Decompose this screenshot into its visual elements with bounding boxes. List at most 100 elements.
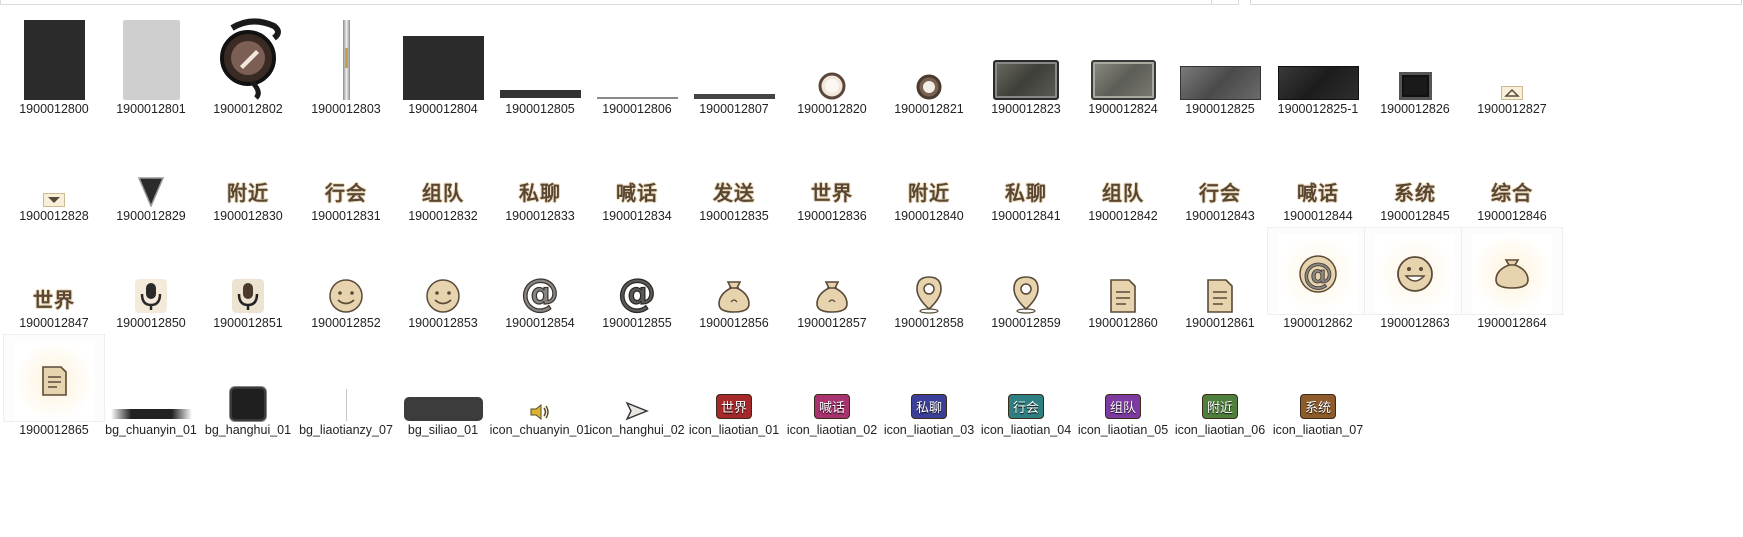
file-item[interactable]: 1900012865: [4, 335, 104, 440]
file-name: 1900012830: [213, 209, 283, 223]
file-item[interactable]: 1900012805: [490, 14, 590, 119]
shout-text-image: 喊话: [1268, 121, 1368, 207]
file-item[interactable]: icon_chuanyin_01: [490, 335, 590, 440]
file-item[interactable]: 1900012826: [1365, 14, 1465, 119]
address-bar-edge[interactable]: [0, 0, 1212, 5]
file-name: 1900012825: [1185, 102, 1255, 116]
document-icon: [1073, 228, 1173, 314]
shout-text-image: 喊话: [587, 121, 687, 207]
file-item[interactable]: 组队 icon_liaotian_05: [1073, 335, 1173, 440]
file-item[interactable]: 行会 1900012843: [1170, 121, 1270, 226]
file-item[interactable]: @1900012862: [1268, 228, 1368, 333]
file-item[interactable]: 1900012829: [101, 121, 201, 226]
file-item[interactable]: 1900012821: [879, 14, 979, 119]
file-name: 1900012800: [19, 102, 89, 116]
file-item[interactable]: bg_liaotianzy_07: [296, 335, 396, 440]
file-item[interactable]: 1900012864: [1462, 228, 1562, 333]
label-text: 组队: [1102, 181, 1144, 205]
file-name: 1900012824: [1088, 102, 1158, 116]
file-item[interactable]: 1900012851: [198, 228, 298, 333]
file-item[interactable]: 附近 1900012840: [879, 121, 979, 226]
file-item[interactable]: 1900012823: [976, 14, 1076, 119]
label-text: 私聊: [1005, 181, 1047, 205]
file-item[interactable]: 组队 1900012842: [1073, 121, 1173, 226]
guild-text-image: 行会: [296, 121, 396, 207]
file-item[interactable]: 1900012852: [296, 228, 396, 333]
file-item[interactable]: 附近 icon_liaotian_06: [1170, 335, 1270, 440]
file-item[interactable]: 1900012820: [782, 14, 882, 119]
search-box-edge[interactable]: [1250, 0, 1742, 5]
file-item[interactable]: 1900012824: [1073, 14, 1173, 119]
thin-line-image: [587, 14, 687, 100]
file-item[interactable]: 综合 1900012846: [1462, 121, 1562, 226]
file-item[interactable]: 1900012853: [393, 228, 493, 333]
round-button-icon: [879, 14, 979, 100]
at-sign-icon: @: [1268, 228, 1368, 314]
file-item[interactable]: bg_chuanyin_01: [101, 335, 201, 440]
file-item[interactable]: 1900012863: [1365, 228, 1465, 333]
file-item[interactable]: 1900012804: [393, 14, 493, 119]
file-item[interactable]: 1900012850: [101, 228, 201, 333]
file-item[interactable]: 行会 icon_liaotian_04: [976, 335, 1076, 440]
file-item[interactable]: @1900012855: [587, 228, 687, 333]
at-sign-icon: @: [587, 228, 687, 314]
file-item[interactable]: 1900012827: [1462, 14, 1562, 119]
file-item[interactable]: 1900012828: [4, 121, 104, 226]
file-item[interactable]: 喊话 1900012844: [1268, 121, 1368, 226]
file-item[interactable]: 1900012803: [296, 14, 396, 119]
file-item[interactable]: 私聊 icon_liaotian_03: [879, 335, 979, 440]
guild-text-image: 行会: [1170, 121, 1270, 207]
file-name: 1900012852: [311, 316, 381, 330]
location-pin-icon: [879, 228, 979, 314]
file-name: 1900012845: [1380, 209, 1450, 223]
nearby-badge-icon: 附近: [1170, 335, 1270, 421]
file-item[interactable]: 1900012825-1: [1268, 14, 1368, 119]
file-item[interactable]: 1900012825: [1170, 14, 1270, 119]
file-item[interactable]: 附近 1900012830: [198, 121, 298, 226]
file-item[interactable]: 1900012861: [1170, 228, 1270, 333]
badge-text: 系统: [1299, 394, 1336, 419]
file-item[interactable]: 行会 1900012831: [296, 121, 396, 226]
guild-badge-icon: 行会: [976, 335, 1076, 421]
file-item[interactable]: @1900012854: [490, 228, 590, 333]
vertical-slider-bar-image: [296, 14, 396, 100]
file-item[interactable]: icon_hanghui_02: [587, 335, 687, 440]
file-item[interactable]: 1900012856: [684, 228, 784, 333]
file-item[interactable]: bg_siliao_01: [393, 335, 493, 440]
file-item[interactable]: 1900012858: [879, 228, 979, 333]
file-item[interactable]: 世界 1900012847: [4, 228, 104, 333]
file-name: icon_hanghui_02: [589, 423, 685, 437]
round-button-icon: [782, 14, 882, 100]
file-item[interactable]: 世界 icon_liaotian_01: [684, 335, 784, 440]
money-bag-icon: [1462, 228, 1562, 314]
file-item[interactable]: bg_hanghui_01: [198, 335, 298, 440]
file-item[interactable]: 组队 1900012832: [393, 121, 493, 226]
file-item[interactable]: 1900012860: [1073, 228, 1173, 333]
file-item[interactable]: 世界 1900012836: [782, 121, 882, 226]
line-image: [684, 14, 784, 100]
label-text: 组队: [422, 181, 464, 205]
file-item[interactable]: 1900012806: [587, 14, 687, 119]
document-icon: [1170, 228, 1270, 314]
file-item[interactable]: 喊话 icon_liaotian_02: [782, 335, 882, 440]
file-name: icon_liaotian_06: [1174, 423, 1266, 437]
file-item[interactable]: 1900012859: [976, 228, 1076, 333]
file-item[interactable]: 1900012800: [4, 14, 104, 119]
fade-bar-image: [101, 335, 201, 421]
file-item[interactable]: 发送 1900012835: [684, 121, 784, 226]
label-text: 世界: [33, 288, 75, 312]
file-item[interactable]: 系统 icon_liaotian_07: [1268, 335, 1368, 440]
file-item[interactable]: 私聊 1900012841: [976, 121, 1076, 226]
file-item[interactable]: 1900012801: [101, 14, 201, 119]
file-name: 1900012860: [1088, 316, 1158, 330]
file-name: 1900012804: [408, 102, 478, 116]
file-item[interactable]: 私聊 1900012833: [490, 121, 590, 226]
file-name: 1900012855: [602, 316, 672, 330]
file-item[interactable]: 喊话 1900012834: [587, 121, 687, 226]
file-item[interactable]: 1900012807: [684, 14, 784, 119]
file-item[interactable]: 系统 1900012845: [1365, 121, 1465, 226]
file-item[interactable]: 1900012857: [782, 228, 882, 333]
private-chat-text-image: 私聊: [490, 121, 590, 207]
file-item[interactable]: 1900012802: [198, 14, 298, 119]
dropdown-edge[interactable]: [1211, 0, 1239, 5]
